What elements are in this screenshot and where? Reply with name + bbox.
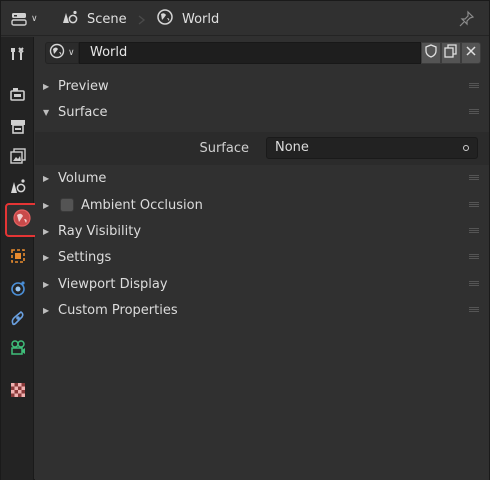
panel-settings-label: Settings xyxy=(58,249,112,265)
breadcrumb-scene-label: Scene xyxy=(87,11,127,27)
physics-icon xyxy=(9,279,27,301)
tab-view-layer[interactable] xyxy=(5,145,31,171)
camera-data-icon xyxy=(9,339,27,361)
tab-tool[interactable] xyxy=(5,43,31,69)
tab-object-constraints[interactable] xyxy=(5,307,31,333)
drag-grip-icon[interactable] xyxy=(469,202,479,208)
scene-icon xyxy=(61,9,79,29)
output-icon xyxy=(9,117,27,139)
panel-preview-header[interactable]: ▶ Preview xyxy=(35,73,489,99)
triangle-down-icon: ▼ xyxy=(43,107,50,117)
triangle-right-icon: ▶ xyxy=(43,173,50,183)
panel-custom-properties-header[interactable]: ▶ Custom Properties xyxy=(35,297,489,323)
properties-main: ∨ World ▶ Preview ▼ Surface Surface None… xyxy=(35,37,489,480)
panel-ray-visibility-label: Ray Visibility xyxy=(58,223,142,239)
surface-field-label: Surface xyxy=(199,141,249,156)
tab-physics[interactable] xyxy=(5,277,31,303)
panel-ray-visibility-header[interactable]: ▶ Ray Visibility xyxy=(35,218,489,244)
world-icon xyxy=(49,43,65,63)
chevron-down-icon: ∨ xyxy=(68,48,75,58)
triangle-right-icon: ▶ xyxy=(43,226,50,236)
panel-viewport-display-header[interactable]: ▶ Viewport Display xyxy=(35,271,489,297)
properties-editor-icon xyxy=(11,11,29,27)
object-icon xyxy=(9,247,27,269)
triangle-right-icon: ▶ xyxy=(43,252,50,262)
drag-grip-icon[interactable] xyxy=(469,307,479,313)
surface-field-value: None xyxy=(275,140,309,155)
tab-world[interactable] xyxy=(5,203,39,237)
properties-editor: ∨ Scene World ∨ World ▶ Preview ▼ Surfac… xyxy=(0,0,490,480)
duplicate-button[interactable] xyxy=(441,42,461,64)
drag-grip-icon[interactable] xyxy=(469,254,479,260)
panel-ambient-occlusion-header[interactable]: ▶ Ambient Occlusion xyxy=(35,192,489,218)
panel-viewport-display-label: Viewport Display xyxy=(58,276,168,292)
triangle-right-icon: ▶ xyxy=(43,279,50,289)
tool-icon xyxy=(9,45,27,67)
unlink-button[interactable] xyxy=(461,42,481,64)
breadcrumb-world[interactable]: World xyxy=(156,9,219,29)
ambient-occlusion-checkbox[interactable] xyxy=(60,198,74,212)
panel-volume-label: Volume xyxy=(58,170,107,186)
constraint-icon xyxy=(9,309,27,331)
breadcrumb-separator-icon xyxy=(138,14,146,25)
panel-surface-body: Surface None xyxy=(35,132,489,165)
close-icon xyxy=(465,45,477,61)
surface-shader-selector[interactable]: None xyxy=(266,137,478,159)
view-layer-icon xyxy=(9,147,27,169)
breadcrumb-world-label: World xyxy=(182,11,220,27)
drag-grip-icon[interactable] xyxy=(469,281,479,287)
tab-object-data[interactable] xyxy=(5,337,31,363)
tab-scene[interactable] xyxy=(5,175,31,201)
pin-icon[interactable] xyxy=(459,10,475,28)
triangle-right-icon: ▶ xyxy=(43,81,50,91)
panel-ambient-occlusion-label: Ambient Occlusion xyxy=(81,197,203,213)
fake-user-button[interactable] xyxy=(421,42,441,64)
world-datablock: ∨ World xyxy=(45,42,481,64)
render-icon xyxy=(9,85,27,107)
panel-volume-header[interactable]: ▶ Volume xyxy=(35,165,489,191)
world-icon xyxy=(12,208,32,232)
properties-tab-column xyxy=(1,37,39,480)
duplicate-icon xyxy=(444,44,458,62)
editor-type-dropdown[interactable]: ∨ xyxy=(11,9,47,29)
tab-render[interactable] xyxy=(5,83,31,109)
editor-header: ∨ Scene World xyxy=(1,1,489,36)
scene-icon xyxy=(9,177,27,199)
panel-custom-properties-label: Custom Properties xyxy=(58,302,178,318)
drag-grip-icon[interactable] xyxy=(469,175,479,181)
world-browse-dropdown[interactable]: ∨ xyxy=(45,42,79,64)
drag-grip-icon[interactable] xyxy=(469,83,479,89)
socket-icon xyxy=(463,145,469,151)
panel-surface-label: Surface xyxy=(58,104,108,120)
tab-object[interactable] xyxy=(5,245,31,271)
panel-preview-label: Preview xyxy=(58,78,109,94)
tab-texture[interactable] xyxy=(5,379,31,405)
drag-grip-icon[interactable] xyxy=(469,228,479,234)
panel-settings-header[interactable]: ▶ Settings xyxy=(35,244,489,270)
fake-user-icon xyxy=(425,44,437,62)
panel-surface-header[interactable]: ▼ Surface xyxy=(35,99,489,125)
triangle-right-icon: ▶ xyxy=(43,305,50,315)
chevron-down-icon: ∨ xyxy=(31,14,38,24)
drag-grip-icon[interactable] xyxy=(469,109,479,115)
texture-icon xyxy=(9,381,27,403)
world-icon xyxy=(156,8,174,30)
tab-output[interactable] xyxy=(5,115,31,141)
triangle-right-icon: ▶ xyxy=(43,200,50,210)
breadcrumb-scene[interactable]: Scene xyxy=(61,9,127,29)
world-name-field[interactable]: World xyxy=(79,42,421,64)
